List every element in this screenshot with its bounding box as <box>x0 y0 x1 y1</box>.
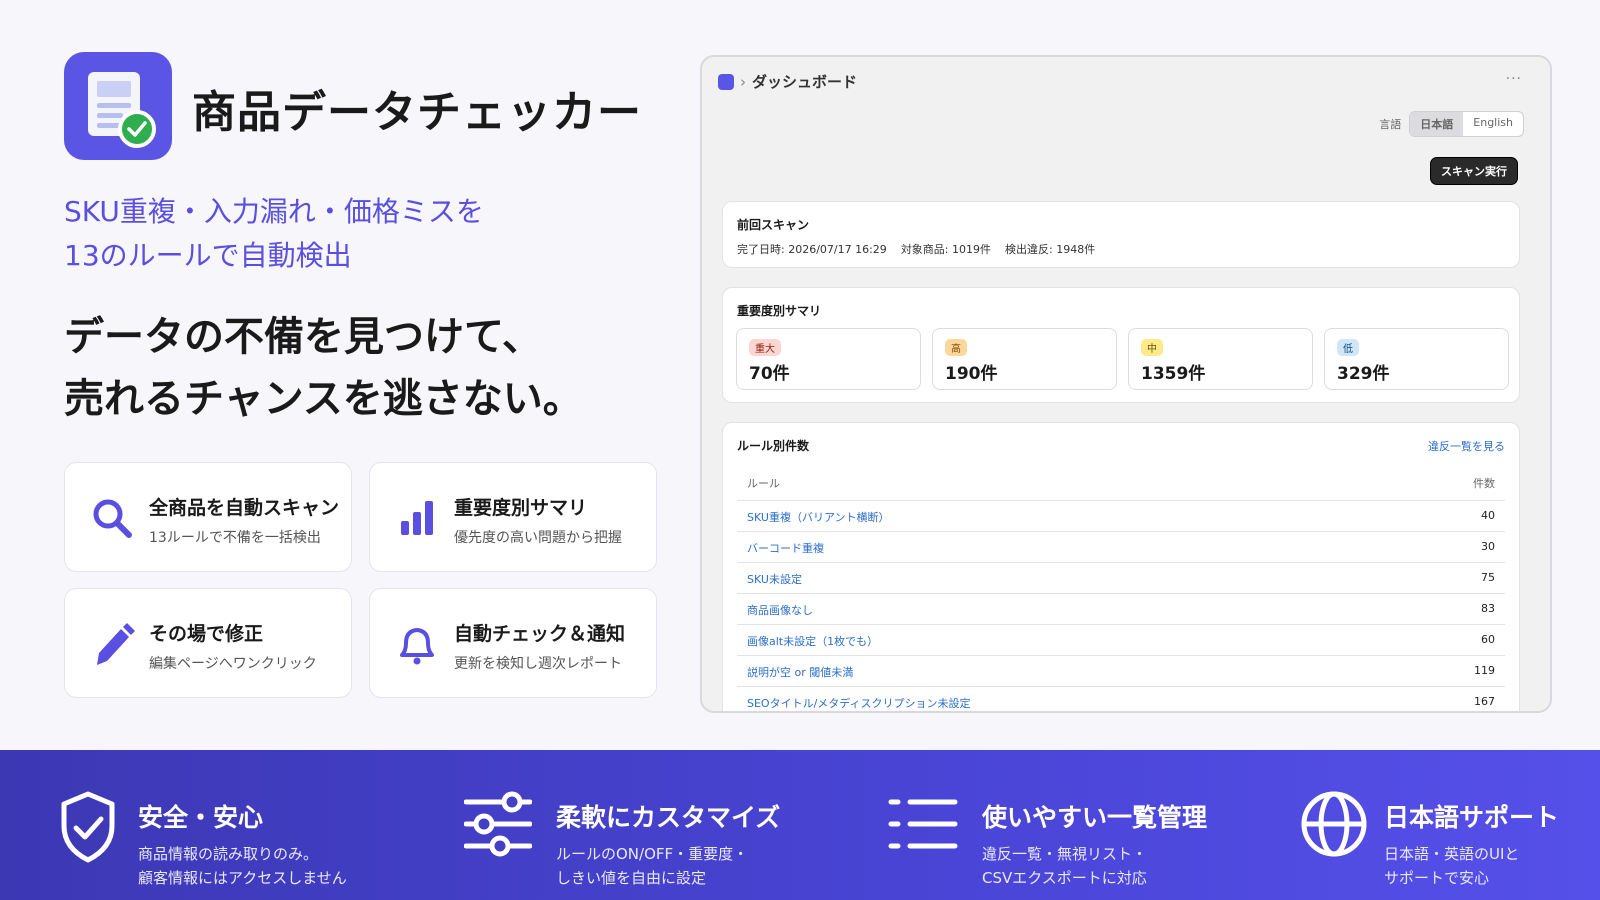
band-title: 使いやすい一覧管理 <box>982 803 1208 832</box>
band-desc-line: 商品情報の読み取りのみ。 <box>138 845 319 863</box>
app-title: 商品データチェッカー <box>192 87 642 138</box>
band-title: 日本語サポート <box>1384 803 1560 832</box>
breadcrumb: › ダッシュボード <box>718 71 857 92</box>
breadcrumb-title: ダッシュボード <box>752 73 858 91</box>
check-badge-icon <box>118 110 156 148</box>
severity-count: 190件 <box>945 364 998 384</box>
sliders-icon <box>464 791 532 857</box>
severity-count: 329件 <box>1337 364 1390 384</box>
rule-link[interactable]: バーコード重複 <box>747 540 824 556</box>
rule-link[interactable]: 画像alt未設定（1枚でも） <box>747 633 878 649</box>
severity-box-high: 高 190件 <box>932 328 1117 390</box>
run-scan-button[interactable]: スキャン実行 <box>1430 157 1518 185</box>
rule-count: 83 <box>1481 602 1495 615</box>
column-header-count: 件数 <box>1473 477 1495 490</box>
dashboard-window: › ダッシュボード ··· 言語 日本語 English スキャン実行 前回スキ… <box>700 55 1552 713</box>
rule-link[interactable]: SKU重複（バリアント横断） <box>747 509 890 525</box>
feature-card-auto-check-notify: 自動チェック＆通知 更新を検知し週次レポート <box>369 588 657 698</box>
severity-badge: 高 <box>945 339 967 356</box>
band-desc: 違反一覧・無視リスト・ CSVエクスポートに対応 <box>982 842 1147 890</box>
rule-count: 60 <box>1481 633 1495 646</box>
rule-link[interactable]: SKU未設定 <box>747 571 802 587</box>
search-icon <box>93 499 132 538</box>
feature-card-fix-inline: その場で修正 編集ページへワンクリック <box>64 588 352 698</box>
feature-desc: 編集ページへワンクリック <box>149 656 317 672</box>
feature-title: 全商品を自動スキャン <box>149 497 340 519</box>
feature-card-severity-summary: 重要度別サマリ 優先度の高い問題から把握 <box>369 462 657 572</box>
card-title: 重要度別サマリ <box>737 304 822 318</box>
band-desc-line: ルールのON/OFF・重要度・ <box>556 845 749 863</box>
band-desc-line: しきい値を自由に設定 <box>556 869 707 887</box>
last-scan-card: 前回スキャン 完了日時: 2026/07/17 16:29 対象商品: 1019… <box>722 201 1520 268</box>
band-desc-line: サポートで安心 <box>1384 869 1490 887</box>
chevron-right-icon: › <box>740 72 746 91</box>
rule-link[interactable]: 説明が空 or 閾値未満 <box>747 664 853 680</box>
feature-card-auto-scan: 全商品を自動スキャン 13ルールで不備を一括検出 <box>64 462 352 572</box>
shield-check-icon <box>61 791 115 863</box>
violation-count: 検出違反: 1948件 <box>1005 243 1096 256</box>
rule-count: 167 <box>1474 695 1495 708</box>
pencil-icon <box>97 623 135 665</box>
completed-at: 完了日時: 2026/07/17 16:29 <box>737 243 887 256</box>
headline-line: 売れるチャンスを逃さない。 <box>64 376 583 422</box>
severity-summary-card: 重要度別サマリ 重大 70件 高 190件 中 1359件 低 329件 <box>722 287 1520 403</box>
rule-link[interactable]: 商品画像なし <box>747 602 813 618</box>
language-segmented-control: 日本語 English <box>1409 111 1524 137</box>
severity-badge: 重大 <box>749 339 781 356</box>
band-desc-line: 顧客情報にはアクセスしません <box>138 869 347 887</box>
band-title: 柔軟にカスタマイズ <box>556 803 781 832</box>
headline-line: データの不備を見つけて、 <box>64 314 542 360</box>
severity-box-low: 低 329件 <box>1324 328 1509 390</box>
severity-box-medium: 中 1359件 <box>1128 328 1313 390</box>
severity-count: 70件 <box>749 364 790 384</box>
band-desc: 商品情報の読み取りのみ。 顧客情報にはアクセスしません <box>138 842 347 890</box>
feature-title: その場で修正 <box>149 623 264 645</box>
globe-icon <box>1301 791 1367 857</box>
language-option-ja[interactable]: 日本語 <box>1410 112 1464 136</box>
rule-count: 40 <box>1481 509 1495 522</box>
feature-desc: 更新を検知し週次レポート <box>454 656 622 672</box>
severity-box-critical: 重大 70件 <box>736 328 921 390</box>
feature-title: 自動チェック＆通知 <box>454 623 626 645</box>
rules-count-card: ルール別件数 違反一覧を見る ルール 件数 SKU重複（バリアント横断） 40 … <box>722 422 1520 711</box>
band-desc-line: CSVエクスポートに対応 <box>982 869 1147 887</box>
rule-count: 119 <box>1474 664 1495 677</box>
bar-chart-icon <box>401 501 433 535</box>
language-switcher: 言語 日本語 English <box>1379 111 1524 137</box>
rule-count: 30 <box>1481 540 1495 553</box>
language-label: 言語 <box>1379 118 1402 131</box>
rule-link[interactable]: SEOタイトル/メタディスクリプション未設定 <box>747 695 971 711</box>
severity-count: 1359件 <box>1141 364 1206 384</box>
severity-badge: 低 <box>1337 339 1359 356</box>
subtitle-line: 13のルールで自動検出 <box>64 239 352 272</box>
list-icon <box>888 799 958 849</box>
headline: データの不備を見つけて、 売れるチャンスを逃さない。 <box>64 306 583 430</box>
bell-icon <box>400 628 434 665</box>
feature-band: 安全・安心 商品情報の読み取りのみ。 顧客情報にはアクセスしません 柔軟にカスタ… <box>0 750 1600 900</box>
language-option-en[interactable]: English <box>1463 112 1523 136</box>
feature-desc: 13ルールで不備を一括検出 <box>149 530 321 546</box>
feature-desc: 優先度の高い問題から把握 <box>454 530 622 546</box>
view-violations-link[interactable]: 違反一覧を見る <box>1428 438 1505 454</box>
subtitle-line: SKU重複・入力漏れ・価格ミスを <box>64 195 484 228</box>
app-logo <box>64 52 172 160</box>
feature-title: 重要度別サマリ <box>454 497 588 519</box>
product-count: 対象商品: 1019件 <box>900 243 992 256</box>
band-desc: ルールのON/OFF・重要度・ しきい値を自由に設定 <box>556 842 748 890</box>
band-desc-line: 日本語・英語のUIと <box>1384 845 1520 863</box>
card-title: 前回スキャン <box>737 218 810 232</box>
severity-badge: 中 <box>1141 339 1163 356</box>
rule-count: 75 <box>1481 571 1495 584</box>
subtitle: SKU重複・入力漏れ・価格ミスを 13のルールで自動検出 <box>64 190 484 278</box>
band-desc-line: 違反一覧・無視リスト・ <box>982 845 1148 863</box>
band-title: 安全・安心 <box>138 803 264 832</box>
card-title: ルール別件数 <box>737 439 810 453</box>
app-icon <box>718 73 734 90</box>
more-icon[interactable]: ··· <box>1506 71 1522 87</box>
band-desc: 日本語・英語のUIと サポートで安心 <box>1384 842 1519 890</box>
column-header-rule: ルール <box>747 477 780 490</box>
